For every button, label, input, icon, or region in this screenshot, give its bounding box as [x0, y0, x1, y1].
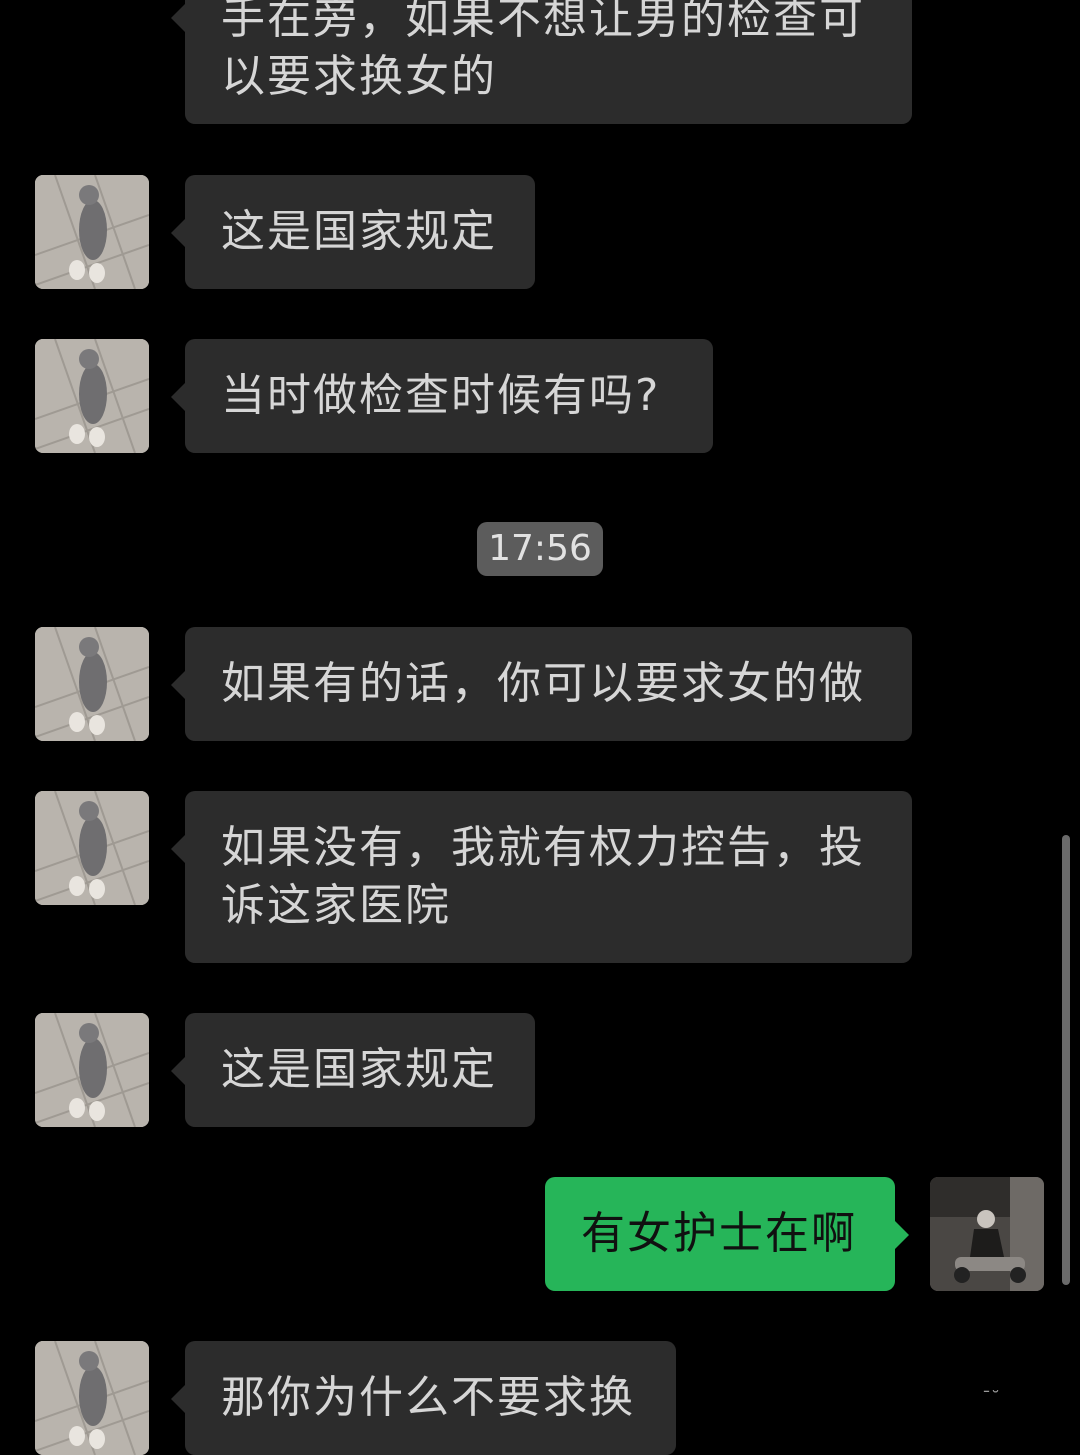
- corner-artifact-icon: ˉ˘: [982, 1388, 1000, 1409]
- message-text: 当时做检查时候有吗?: [221, 370, 661, 421]
- message-text: 这是国家规定: [221, 206, 497, 257]
- message-text: 那你为什么不要求换: [221, 1372, 635, 1423]
- message-bubble-incoming[interactable]: 这是国家规定: [171, 1013, 535, 1127]
- contact-avatar[interactable]: [35, 1341, 149, 1455]
- dog-avatar-icon: [35, 1013, 149, 1127]
- scrollbar[interactable]: [1062, 835, 1070, 1285]
- contact-avatar[interactable]: [35, 175, 149, 289]
- message-text: 这是国家规定: [221, 1044, 497, 1095]
- dog-avatar-icon: [35, 1341, 149, 1455]
- timestamp-label: 17:56: [477, 522, 603, 576]
- message-text-line: 诉这家医院: [221, 880, 451, 931]
- message-text-line: 手在旁，如果不想让男的检查可: [221, 0, 865, 44]
- contact-avatar[interactable]: [35, 339, 149, 453]
- dog-avatar-icon: [35, 175, 149, 289]
- message-text: 有女护士在啊: [581, 1208, 857, 1259]
- contact-avatar[interactable]: [35, 1013, 149, 1127]
- message-bubble-incoming[interactable]: 手在旁，如果不想让男的检查可 以要求换女的: [171, 0, 912, 124]
- chat-thread[interactable]: 手在旁，如果不想让男的检查可 以要求换女的 这是国家规定 当时做检查时候有吗? …: [0, 0, 1080, 1455]
- contact-avatar[interactable]: [35, 627, 149, 741]
- self-avatar[interactable]: [930, 1177, 1044, 1291]
- dog-avatar-icon: [35, 627, 149, 741]
- message-bubble-outgoing[interactable]: 有女护士在啊: [545, 1177, 909, 1291]
- dog-avatar-icon: [35, 791, 149, 905]
- scooter-rider-avatar-icon: [930, 1177, 1044, 1291]
- contact-avatar[interactable]: [35, 791, 149, 905]
- message-bubble-incoming[interactable]: 如果有的话，你可以要求女的做: [171, 627, 912, 741]
- message-bubble-incoming[interactable]: 当时做检查时候有吗?: [171, 339, 713, 453]
- message-text: 如果有的话，你可以要求女的做: [221, 658, 865, 709]
- message-bubble-incoming[interactable]: 那你为什么不要求换: [171, 1341, 676, 1455]
- message-text-line: 如果没有，我就有权力控告，投: [221, 822, 865, 873]
- message-bubble-incoming[interactable]: 这是国家规定: [171, 175, 535, 289]
- message-bubble-incoming[interactable]: 如果没有，我就有权力控告，投 诉这家医院: [171, 791, 912, 963]
- dog-avatar-icon: [35, 339, 149, 453]
- message-text-line: 以要求换女的: [221, 51, 497, 102]
